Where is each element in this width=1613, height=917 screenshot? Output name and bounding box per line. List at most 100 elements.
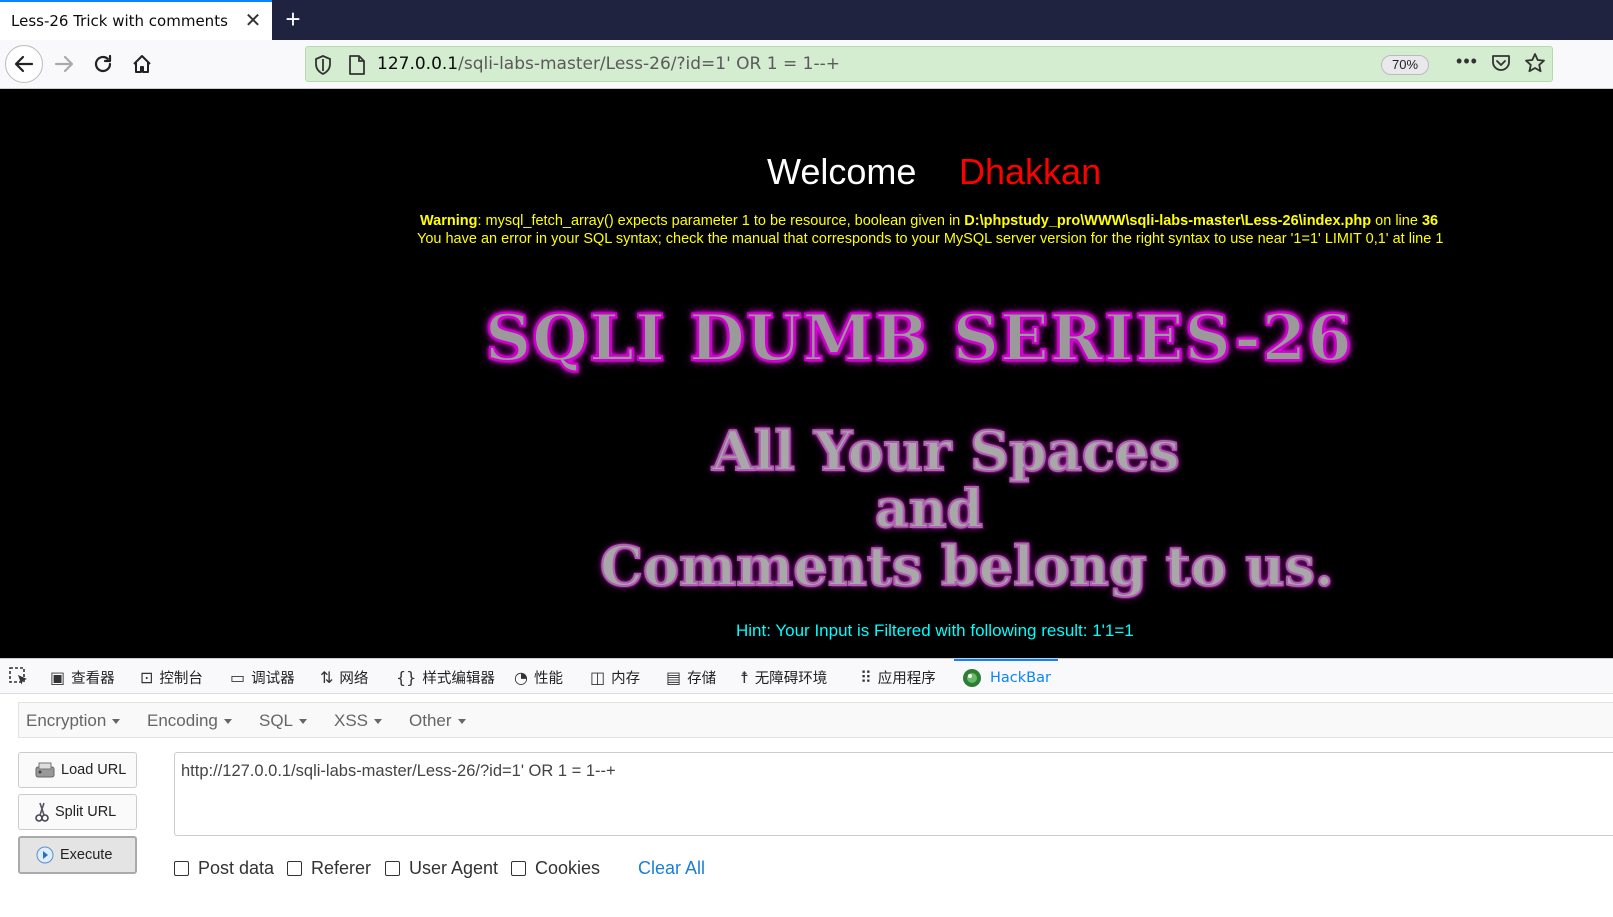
warning-path: D:\phpstudy_pro\WWW\sqli-labs-master\Les…: [964, 213, 1372, 229]
split-url-button[interactable]: Split URL: [18, 794, 137, 830]
cookies-label: Cookies: [535, 858, 601, 878]
menu-encryption[interactable]: Encryption: [26, 711, 121, 731]
tab-storage[interactable]: ▤ 存储: [666, 659, 716, 695]
menu-xss[interactable]: XSS: [334, 711, 383, 731]
shield-icon[interactable]: [314, 55, 332, 80]
url-path: /sqli-labs-master/Less-26/?id=1' OR 1 = …: [458, 54, 840, 74]
tab-title: Less-26 Trick with comments: [11, 12, 228, 30]
chevron-down-icon: [112, 719, 121, 725]
chevron-down-icon: [374, 719, 383, 725]
checkbox-box[interactable]: [511, 861, 526, 876]
tab-inspector[interactable]: ▣ 查看器: [50, 659, 115, 695]
sql-error-message: You have an error in your SQL syntax; ch…: [417, 231, 1444, 247]
tab-strip: Less-26 Trick with comments ✕ +: [0, 0, 1613, 40]
checkbox-box[interactable]: [287, 861, 302, 876]
tab-application-label: 应用程序: [877, 670, 936, 687]
warning-line: 36: [1421, 213, 1439, 229]
username-text: Dhakkan: [959, 151, 1102, 192]
page-info-icon[interactable]: [348, 54, 366, 81]
tab-debugger[interactable]: ▭ 调试器: [230, 659, 295, 695]
load-url-label: Load URL: [61, 762, 127, 778]
tab-hackbar[interactable]: HackBar: [954, 659, 1058, 695]
execute-button[interactable]: Execute: [18, 836, 137, 874]
tab-accessibility[interactable]: ☨ 无障碍环境: [740, 659, 827, 695]
zoom-indicator[interactable]: 70%: [1381, 55, 1429, 75]
element-picker-button[interactable]: [8, 659, 30, 695]
warning-message: : mysql_fetch_array() expects parameter …: [477, 213, 965, 229]
hackbar-url-textarea[interactable]: http://127.0.0.1/sqli-labs-master/Less-2…: [174, 752, 1613, 836]
welcome-text: Welcome: [767, 151, 917, 192]
load-url-button[interactable]: Load URL: [18, 752, 137, 788]
forward-arrow-icon: [54, 55, 74, 73]
user-agent-checkbox[interactable]: User Agent: [385, 858, 498, 879]
menu-other-label: Other: [409, 711, 452, 730]
url-text[interactable]: 127.0.0.1/sqli-labs-master/Less-26/?id=1…: [377, 54, 840, 74]
bookmark-star-icon[interactable]: [1524, 52, 1546, 79]
url-bar[interactable]: 127.0.0.1/sqli-labs-master/Less-26/?id=1…: [305, 46, 1553, 82]
menu-xss-label: XSS: [334, 711, 369, 730]
memory-icon: ◫: [590, 667, 606, 687]
browser-tab[interactable]: Less-26 Trick with comments ✕: [0, 0, 272, 40]
close-tab-icon[interactable]: ✕: [242, 10, 264, 32]
filter-hint: Hint: Your Input is Filtered with follow…: [736, 621, 1134, 640]
chevron-down-icon: [299, 719, 308, 725]
php-warning: Warning: mysql_fetch_array() expects par…: [420, 213, 1438, 229]
url-host: 127.0.0.1: [377, 54, 459, 74]
tab-console-label: 控制台: [159, 670, 203, 687]
hackbar-panel: Encryption Encoding SQL XSS Other Load U…: [0, 694, 1613, 917]
tab-memory[interactable]: ◫ 内存: [590, 659, 640, 695]
tab-application[interactable]: ⠿ 应用程序: [860, 659, 936, 695]
hackbar-logo-icon: [963, 669, 981, 687]
reload-icon: [94, 54, 112, 73]
accessibility-icon: ☨: [740, 667, 749, 687]
pocket-icon[interactable]: [1490, 52, 1512, 79]
tab-performance[interactable]: ◔ 性能: [514, 659, 563, 695]
split-url-label: Split URL: [55, 804, 117, 820]
tab-debugger-label: 调试器: [251, 670, 295, 687]
inspector-icon: ▣: [50, 667, 66, 687]
post-data-checkbox[interactable]: Post data: [174, 858, 274, 879]
tab-accessibility-label: 无障碍环境: [754, 670, 828, 687]
post-data-label: Post data: [198, 858, 275, 878]
forward-button[interactable]: [45, 45, 83, 83]
menu-sql[interactable]: SQL: [259, 711, 308, 731]
reload-button[interactable]: [84, 45, 122, 83]
tab-console[interactable]: ⊡ 控制台: [140, 659, 203, 695]
tab-style-editor[interactable]: {} 样式编辑器: [396, 659, 495, 695]
checkbox-box[interactable]: [385, 861, 400, 876]
banner-line-3: Comments belong to us.: [599, 533, 1335, 599]
devtools-toolbar: ▣ 查看器 ⊡ 控制台 ▭ 调试器 ⇅ 网络 {} 样式编辑器 ◔ 性能 ◫ 内存 ▤ 存储 ☨…: [0, 658, 1613, 694]
console-icon: ⊡: [140, 667, 154, 687]
load-url-icon: [35, 761, 55, 779]
execute-label: Execute: [60, 847, 113, 863]
new-tab-icon[interactable]: +: [280, 6, 306, 32]
debugger-icon: ▭: [230, 667, 246, 687]
back-button[interactable]: [5, 45, 43, 83]
tab-inspector-label: 查看器: [71, 670, 115, 687]
home-button[interactable]: [123, 45, 161, 83]
menu-encoding[interactable]: Encoding: [147, 711, 232, 731]
element-picker-icon: [9, 667, 27, 685]
application-grid-icon: ⠿: [860, 667, 872, 687]
more-actions-icon[interactable]: •••: [1455, 52, 1479, 75]
chevron-down-icon: [223, 719, 232, 725]
banner-line-1: All Your Spaces: [711, 418, 1180, 484]
tab-storage-label: 存储: [687, 670, 717, 687]
storage-icon: ▤: [666, 667, 682, 687]
tab-network[interactable]: ⇅ 网络: [320, 659, 368, 695]
cookies-checkbox[interactable]: Cookies: [511, 858, 600, 879]
tab-style-editor-label: 样式编辑器: [422, 670, 495, 687]
navigation-bar: 127.0.0.1/sqli-labs-master/Less-26/?id=1…: [0, 40, 1613, 89]
back-arrow-icon: [14, 55, 34, 73]
tab-memory-label: 内存: [611, 670, 641, 687]
tab-network-label: 网络: [339, 670, 369, 687]
play-icon: [36, 846, 54, 864]
user-agent-label: User Agent: [409, 858, 499, 878]
checkbox-box[interactable]: [174, 861, 189, 876]
home-icon: [133, 55, 151, 73]
style-editor-icon: {}: [396, 667, 417, 687]
referer-checkbox[interactable]: Referer: [287, 858, 371, 879]
performance-icon: ◔: [514, 667, 528, 687]
menu-other[interactable]: Other: [409, 711, 466, 731]
clear-all-link[interactable]: Clear All: [638, 858, 705, 879]
